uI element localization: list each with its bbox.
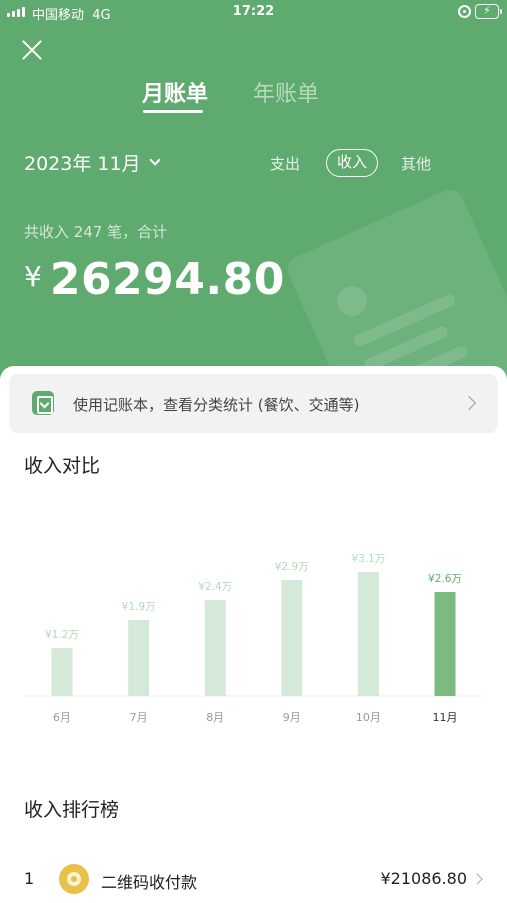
- filter-other[interactable]: 其他: [401, 153, 431, 174]
- chevron-right-icon: [471, 873, 483, 885]
- filter-income[interactable]: 收入: [326, 149, 378, 177]
- income-ranking-title: 收入排行榜: [24, 799, 120, 821]
- rotation-lock-icon: [458, 5, 471, 18]
- clock: 17:22: [232, 4, 275, 19]
- bar-7月: [128, 620, 150, 696]
- ranking-amount: ¥21086.80: [380, 869, 467, 888]
- bar-8月: [204, 600, 226, 696]
- banner-text: 使用记账本，查看分类统计 (餐饮、交通等): [73, 396, 360, 414]
- tab-monthly-bill[interactable]: 月账单: [142, 76, 208, 108]
- header-panel: 中国移动 4G 17:22 ⚡ 月账单 年账单 2023年 11月 支出 收入 …: [0, 0, 507, 420]
- close-icon[interactable]: [22, 40, 42, 60]
- value-label: ¥1.2万: [45, 629, 79, 641]
- income-count-summary: 共收入 247 笔，合计: [24, 223, 168, 241]
- value-label: ¥2.6万: [428, 573, 462, 585]
- x-tick-label: 9月: [283, 711, 301, 724]
- tab-yearly-bill[interactable]: 年账单: [253, 76, 319, 108]
- value-label: ¥2.4万: [198, 581, 232, 593]
- ledger-book-icon: [32, 391, 54, 415]
- x-tick-label: 8月: [206, 711, 224, 724]
- ledger-promo-banner[interactable]: 使用记账本，查看分类统计 (餐饮、交通等): [9, 374, 498, 433]
- battery-charging-icon: ⚡: [475, 4, 502, 19]
- value-label: ¥3.1万: [351, 553, 385, 565]
- chevron-right-icon: [461, 395, 477, 411]
- ranking-row[interactable]: 1 二维码收付款 ¥21086.80: [0, 862, 507, 902]
- status-bar: 中国移动 4G 17:22 ⚡: [0, 0, 507, 26]
- ranking-category-name: 二维码收付款: [101, 873, 198, 892]
- bar-9月: [281, 580, 303, 696]
- bar-10月: [357, 572, 379, 696]
- ranking-number: 1: [24, 869, 35, 888]
- income-compare-chart: ¥1.2万 6月 ¥1.9万 7月 ¥2.4万 8月 ¥2.9万 9月 ¥3.1万 10月 ¥2.6…: [24, 553, 484, 724]
- currency-symbol: ¥: [24, 260, 42, 293]
- month-picker-label: 2023年 11月: [24, 153, 141, 175]
- x-tick-label: 7月: [130, 711, 148, 724]
- x-tick-label: 11月: [433, 711, 458, 724]
- x-tick-label: 6月: [53, 711, 71, 724]
- value-label: ¥2.9万: [275, 561, 309, 573]
- bar-11月: [434, 592, 456, 696]
- income-total-amount: 26294.80: [49, 254, 285, 305]
- income-total: ¥26294.80: [24, 254, 285, 305]
- qr-payment-icon: [59, 864, 89, 894]
- bar-6月: [51, 648, 73, 696]
- month-picker[interactable]: 2023年 11月: [24, 149, 161, 176]
- chevron-down-icon: [148, 153, 161, 166]
- active-tab-indicator: [143, 110, 203, 113]
- filter-expense[interactable]: 支出: [270, 153, 300, 174]
- value-label: ¥1.9万: [122, 601, 156, 613]
- income-compare-title: 收入对比: [24, 455, 101, 477]
- x-tick-label: 10月: [356, 711, 381, 724]
